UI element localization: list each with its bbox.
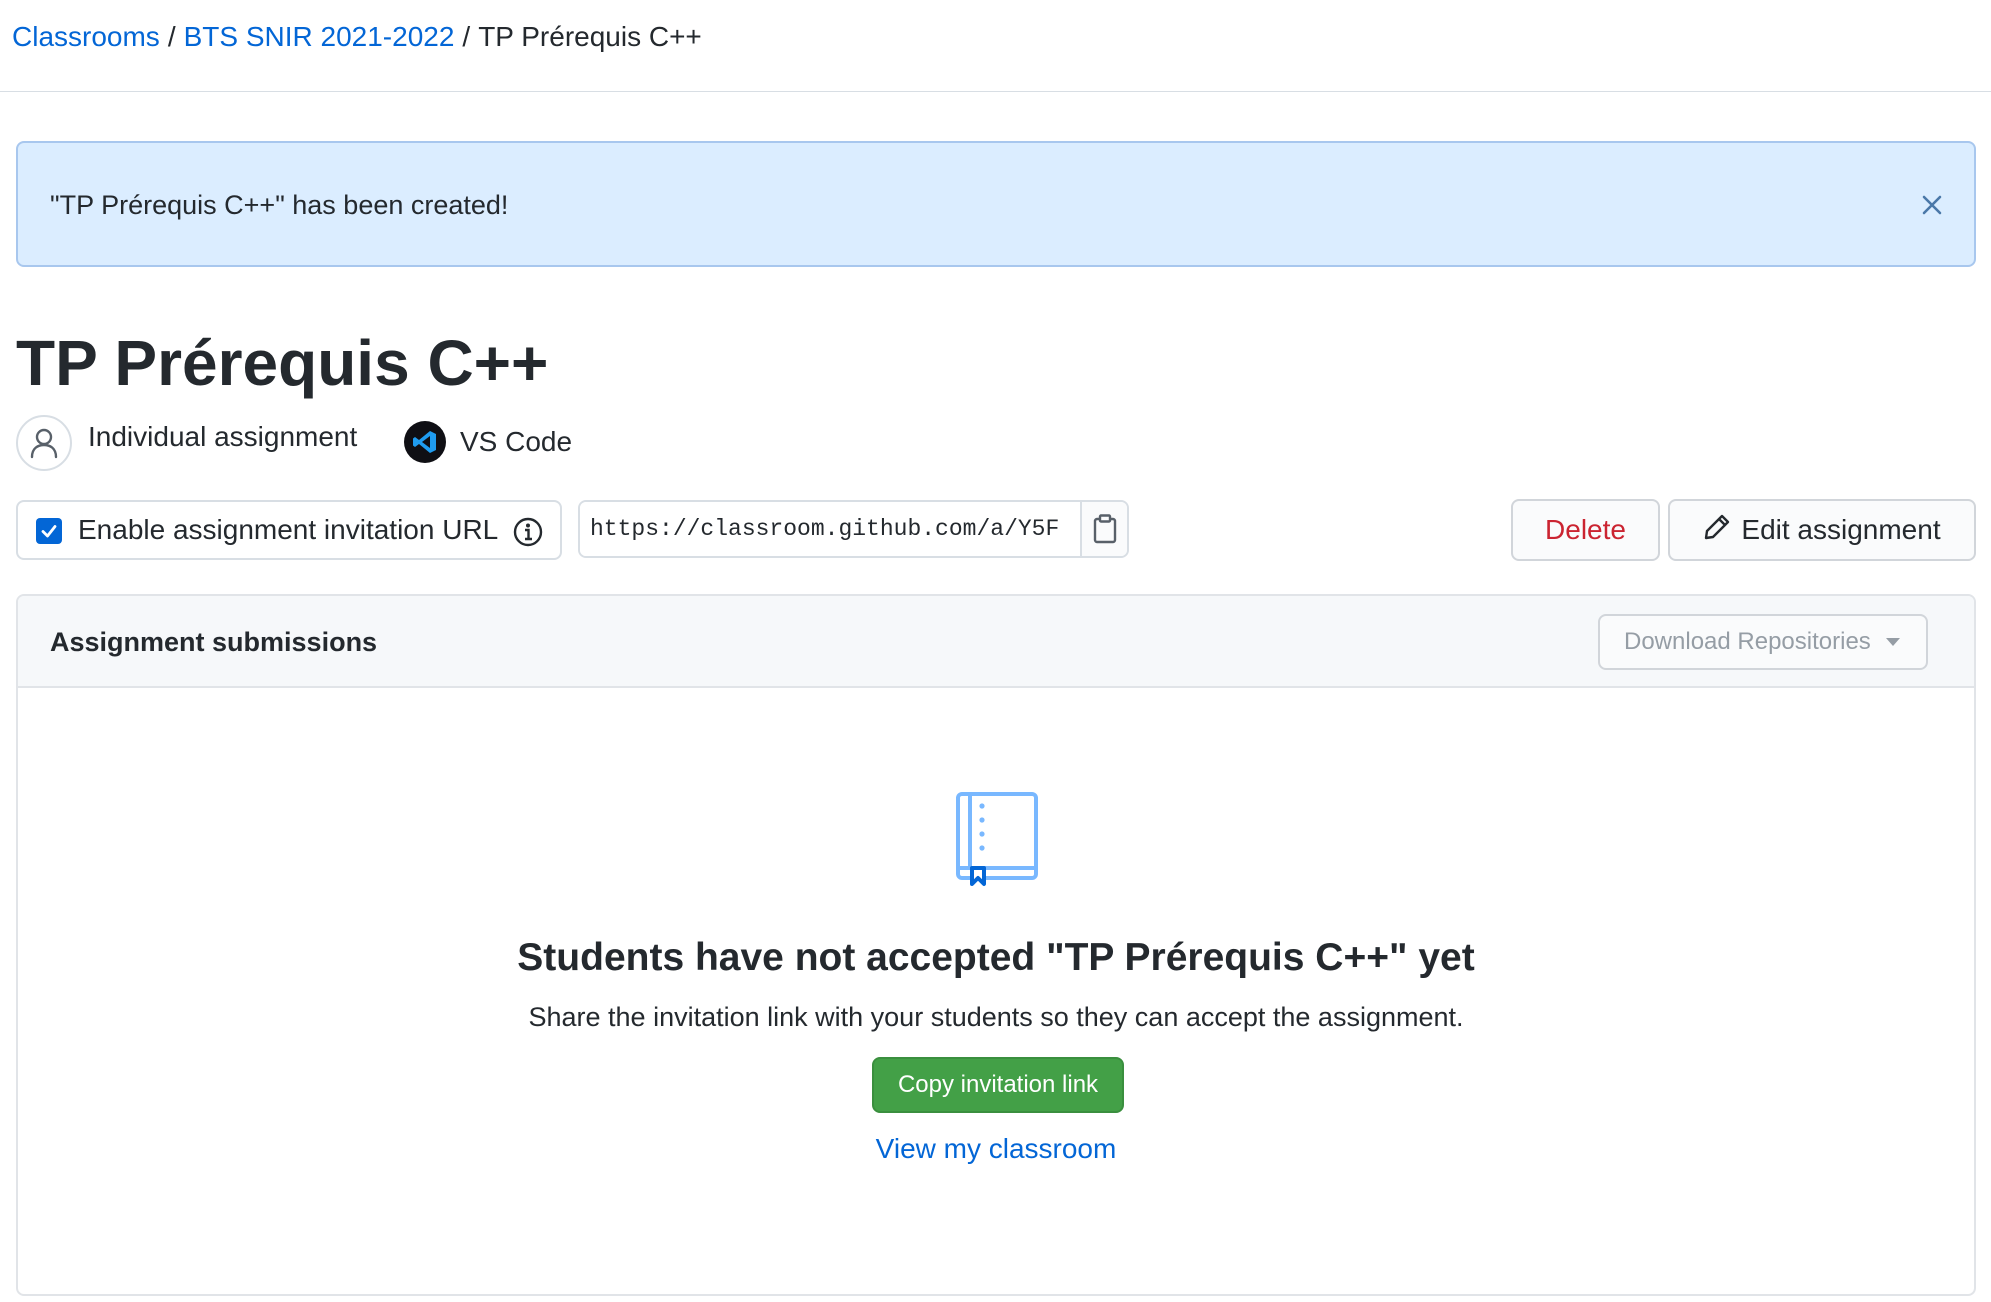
invitation-url-group — [578, 500, 1129, 558]
book-icon — [954, 790, 1044, 890]
assignment-meta: Individual assignment VS Code — [16, 413, 916, 471]
download-repositories-button[interactable]: Download Repositories — [1598, 614, 1928, 670]
pencil-icon — [1703, 513, 1731, 548]
download-repositories-label: Download Repositories — [1624, 628, 1871, 655]
person-icon — [16, 415, 72, 471]
enable-invitation-label: Enable assignment invitation URL — [78, 514, 499, 545]
copy-invitation-link-button[interactable]: Copy invitation link — [872, 1057, 1124, 1113]
edit-assignment-label: Edit assignment — [1741, 514, 1941, 545]
invitation-url-input[interactable] — [580, 502, 1080, 556]
page-title: TP Prérequis C++ — [16, 327, 549, 399]
view-classroom-link: View my classroom — [18, 1131, 1974, 1167]
submissions-header: Assignment submissions Download Reposito… — [18, 596, 1974, 688]
breadcrumb-current: TP Prérequis C++ — [478, 21, 702, 52]
enable-invitation-toggle: Enable assignment invitation URL — [16, 500, 562, 560]
edit-assignment-button[interactable]: Edit assignment — [1668, 499, 1976, 561]
breadcrumb-separator: / — [167, 21, 176, 52]
empty-state-title: Students have not accepted "TP Prérequis… — [517, 936, 1475, 979]
vscode-icon — [404, 421, 446, 463]
breadcrumb-link-classroom[interactable]: BTS SNIR 2021-2022 — [184, 21, 455, 52]
flash-notice: "TP Prérequis C++" has been created! — [16, 141, 1976, 267]
flash-message: "TP Prérequis C++" has been created! — [50, 190, 509, 220]
view-classroom-anchor[interactable]: View my classroom — [876, 1133, 1117, 1164]
info-icon[interactable] — [512, 516, 544, 548]
caret-down-icon — [1886, 638, 1900, 646]
clipboard-icon[interactable] — [1080, 502, 1127, 556]
breadcrumb-separator: / — [462, 21, 471, 52]
submissions-panel: Assignment submissions Download Reposito… — [16, 594, 1976, 1296]
enable-invitation-checkbox[interactable] — [36, 518, 62, 544]
close-icon[interactable] — [1912, 185, 1952, 225]
breadcrumb-link-classrooms[interactable]: Classrooms — [12, 21, 160, 52]
breadcrumb: Classrooms / BTS SNIR 2021-2022/TP Prérequ… — [12, 20, 702, 54]
delete-button[interactable]: Delete — [1511, 499, 1660, 561]
editor-label: VS Code — [460, 426, 573, 457]
empty-state-text: Share the invitation link with your stud… — [528, 1002, 1464, 1032]
assignment-type-label: Individual assignment — [88, 421, 358, 452]
breadcrumb-bar: Classrooms / BTS SNIR 2021-2022/TP Prérequ… — [0, 0, 1991, 92]
submissions-title: Assignment submissions — [50, 627, 378, 657]
